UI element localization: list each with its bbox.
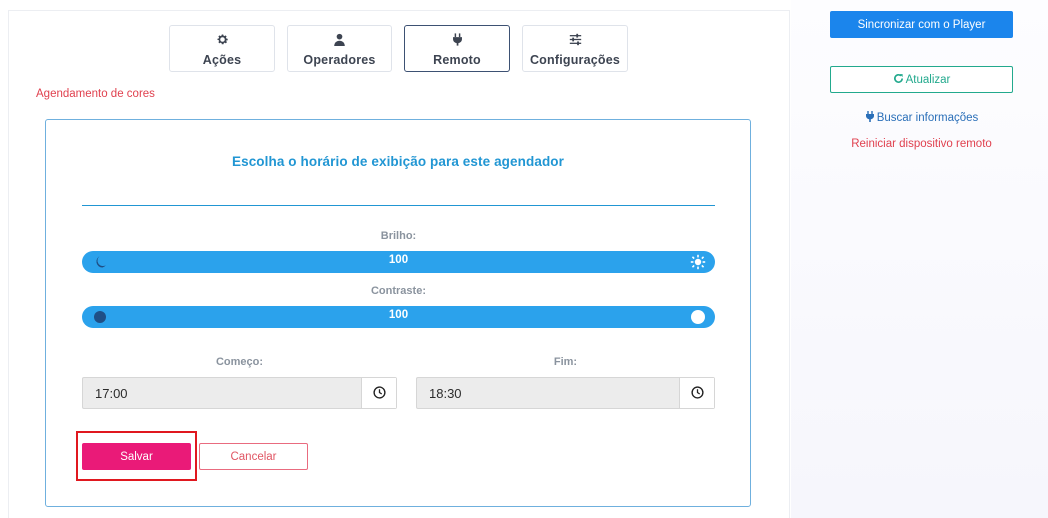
restart-device-link[interactable]: Reiniciar dispositivo remoto xyxy=(830,138,1013,150)
tab-label: Remoto xyxy=(433,53,481,67)
refresh-label: Atualizar xyxy=(905,74,951,86)
tab-label: Configurações xyxy=(529,53,621,67)
plug-icon xyxy=(865,111,874,122)
refresh-button[interactable]: Atualizar xyxy=(830,66,1013,93)
contrast-value: 100 xyxy=(388,309,409,321)
end-label: Fim: xyxy=(553,356,578,368)
card-title: Escolha o horário de exibição para este … xyxy=(231,154,564,169)
section-title: Agendamento de cores xyxy=(36,88,155,100)
sun-icon xyxy=(690,254,706,270)
fetch-info-label: Buscar informações xyxy=(876,112,979,124)
contrast-label: Contraste: xyxy=(370,285,426,297)
end-time-field[interactable]: 18:30 xyxy=(416,377,715,409)
divider xyxy=(82,205,715,206)
tab-acoes[interactable]: Ações xyxy=(169,25,275,72)
tab-remoto[interactable]: Remoto xyxy=(404,25,510,72)
fetch-info-link[interactable]: Buscar informações xyxy=(830,111,1013,124)
tab-label: Ações xyxy=(202,53,242,67)
sliders-icon xyxy=(523,30,627,50)
cancel-button[interactable]: Cancelar xyxy=(199,443,308,470)
tab-operadores[interactable]: Operadores xyxy=(287,25,392,72)
start-label: Começo: xyxy=(215,356,264,368)
light-circle-icon xyxy=(690,309,706,325)
sync-player-button[interactable]: Sincronizar com o Player xyxy=(830,11,1013,38)
end-clock-button[interactable] xyxy=(679,378,714,408)
refresh-icon xyxy=(893,73,903,83)
start-time-value: 17:00 xyxy=(95,386,128,401)
brightness-value: 100 xyxy=(388,254,409,266)
brightness-label: Brilho: xyxy=(380,230,417,242)
tab-configuracoes[interactable]: Configurações xyxy=(522,25,628,72)
end-time-value: 18:30 xyxy=(429,386,462,401)
user-icon xyxy=(288,30,391,50)
clock-icon xyxy=(373,386,386,399)
start-time-field[interactable]: 17:00 xyxy=(82,377,397,409)
save-button[interactable]: Salvar xyxy=(82,443,191,470)
plug-icon xyxy=(405,30,509,50)
start-clock-button[interactable] xyxy=(361,378,396,408)
clock-icon xyxy=(691,386,704,399)
contrast-slider[interactable]: 100 xyxy=(82,306,715,328)
brightness-slider[interactable]: 100 xyxy=(82,251,715,273)
gear-icon xyxy=(170,30,274,50)
tab-label: Operadores xyxy=(303,53,376,67)
schedule-card: Escolha o horário de exibição para este … xyxy=(45,119,751,507)
